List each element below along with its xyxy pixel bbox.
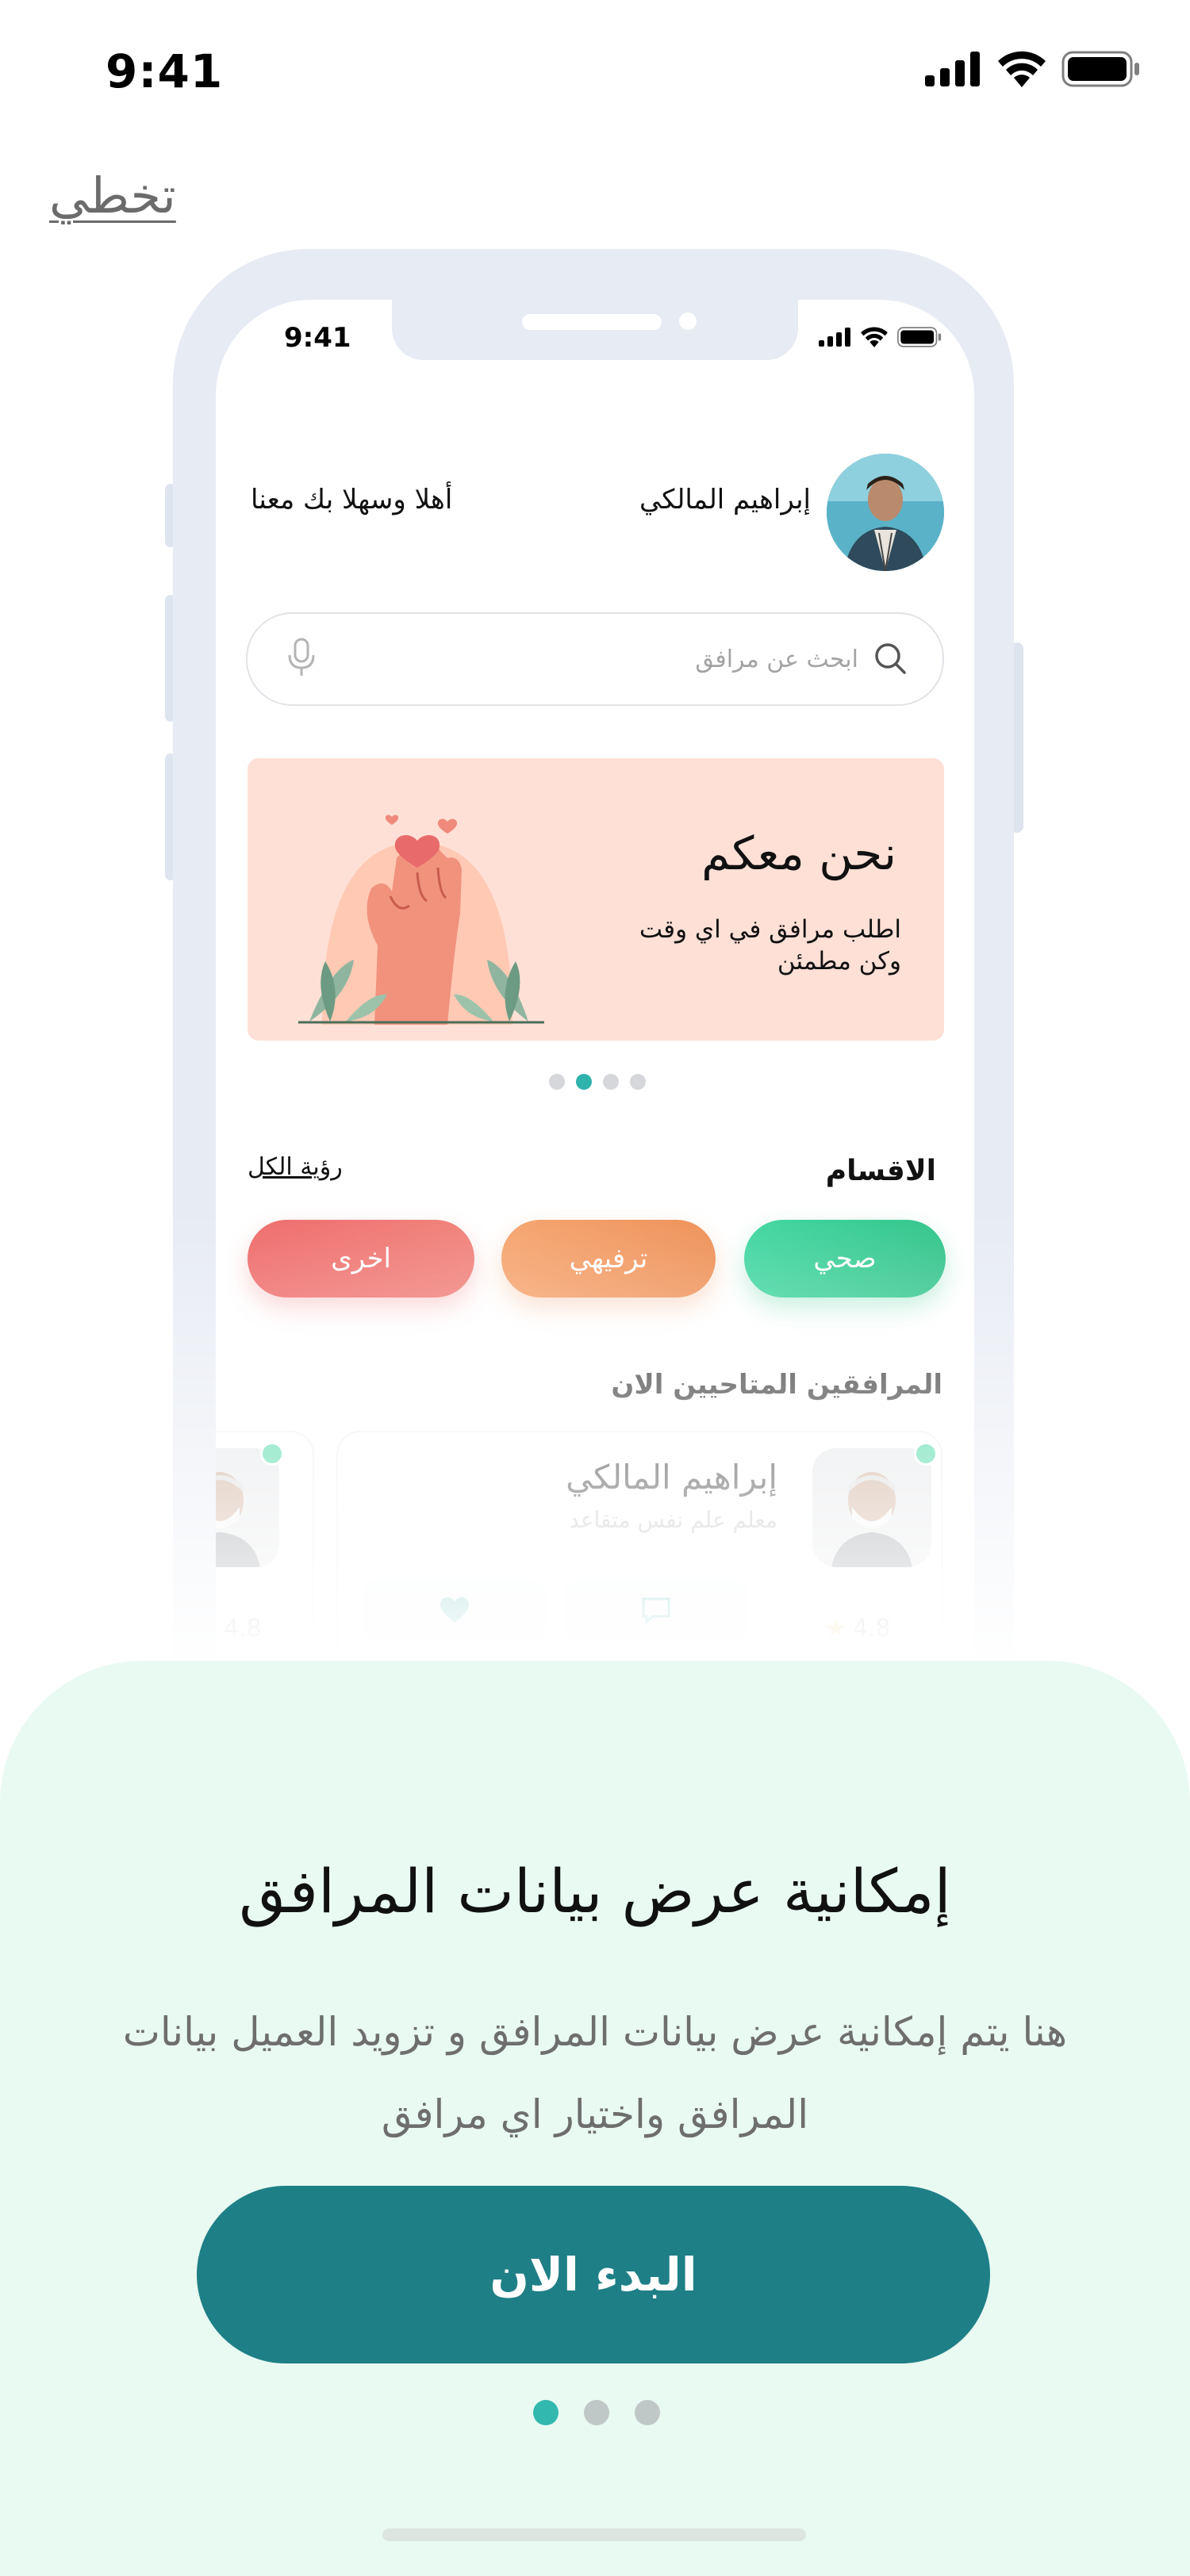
heart-hand-illustration [298, 815, 544, 1025]
companion-role: معلم علم نفس متقاعد [569, 1507, 777, 1533]
companion-name: إبراهيم المالكي [566, 1458, 777, 1497]
companion-rating: 4.8 [224, 1615, 262, 1643]
online-indicator [260, 1442, 284, 1466]
status-bar: 9:41 [0, 0, 1190, 143]
category-chip-label: اخرى [331, 1243, 391, 1275]
search-input[interactable] [381, 638, 860, 680]
banner-pagination [549, 1074, 646, 1090]
onboarding-pagination [533, 2400, 660, 2425]
rating-value: 4.8 [852, 1615, 891, 1643]
online-indicator [914, 1442, 938, 1466]
banner-dot-active[interactable] [576, 1074, 592, 1090]
rating-value: 4.8 [224, 1615, 262, 1643]
see-all-link[interactable]: رؤية الكل [248, 1153, 343, 1181]
page-dot[interactable] [635, 2400, 660, 2425]
onboarding-description: هنا يتم إمكانية عرض بيانات المرافق و تزو… [122, 2009, 1068, 2137]
message-button[interactable] [565, 1580, 747, 1640]
phone-screen: 9:41 إبراهيم المالكي أهلا وسهلا بك معنا … [216, 300, 974, 1666]
companion-rating: ★ 4.8 [825, 1615, 891, 1643]
banner-title: نحن معكم [701, 826, 896, 880]
page-dot-active[interactable] [533, 2400, 559, 2425]
category-chip-entertainment[interactable]: ترفيهي [501, 1220, 716, 1298]
categories-title: الاقسام [825, 1155, 936, 1187]
chat-icon [642, 1597, 670, 1624]
category-chip-label: صحي [813, 1243, 877, 1275]
banner-dot[interactable] [630, 1074, 646, 1090]
mockup-status-icons [819, 327, 942, 347]
search-bar[interactable] [246, 612, 944, 706]
banner-dot[interactable] [549, 1074, 565, 1090]
promo-banner[interactable]: نحن معكم اطلب مرافق في اي وقت وكن مطمئن [248, 758, 944, 1041]
mockup-status-time: 9:41 [284, 322, 351, 354]
start-now-button[interactable]: البدء الان [197, 2186, 990, 2363]
wifi-icon [861, 327, 888, 347]
microphone-icon[interactable] [286, 638, 317, 679]
banner-dot[interactable] [603, 1074, 619, 1090]
category-chip-other[interactable]: اخرى [248, 1220, 474, 1298]
banner-subtitle: اطلب مرافق في اي وقت وكن مطمئن [639, 915, 901, 976]
search-icon [875, 643, 906, 674]
favorite-button[interactable] [363, 1580, 546, 1640]
page-dot[interactable] [584, 2400, 609, 2425]
signal-icon [925, 52, 980, 86]
phone-mockup: 9:41 إبراهيم المالكي أهلا وسهلا بك معنا … [0, 238, 1190, 1666]
battery-icon [897, 327, 942, 347]
onboarding-title: إمكانية عرض بيانات المرافق [239, 1856, 951, 1926]
skip-link[interactable]: تخطي [49, 167, 176, 224]
status-time: 9:41 [106, 44, 224, 98]
star-icon: ★ [825, 1615, 846, 1643]
phone-notch [392, 300, 798, 360]
welcome-text: أهلا وسهلا بك معنا [251, 484, 453, 516]
category-chip-health[interactable]: صحي [744, 1220, 946, 1298]
companion-photo [812, 1448, 931, 1567]
home-indicator[interactable] [382, 2528, 806, 2541]
available-companions-title: المرافقين المتاحيين الان [611, 1369, 942, 1401]
avatar[interactable] [827, 454, 944, 571]
companion-photo [216, 1448, 279, 1567]
status-icons [925, 51, 1141, 87]
heart-icon [440, 1597, 469, 1623]
user-name: إبراهيم المالكي [639, 484, 811, 516]
wifi-icon [998, 51, 1046, 87]
signal-icon [819, 328, 850, 347]
category-chip-label: ترفيهي [569, 1243, 648, 1275]
battery-icon [1061, 51, 1139, 87]
